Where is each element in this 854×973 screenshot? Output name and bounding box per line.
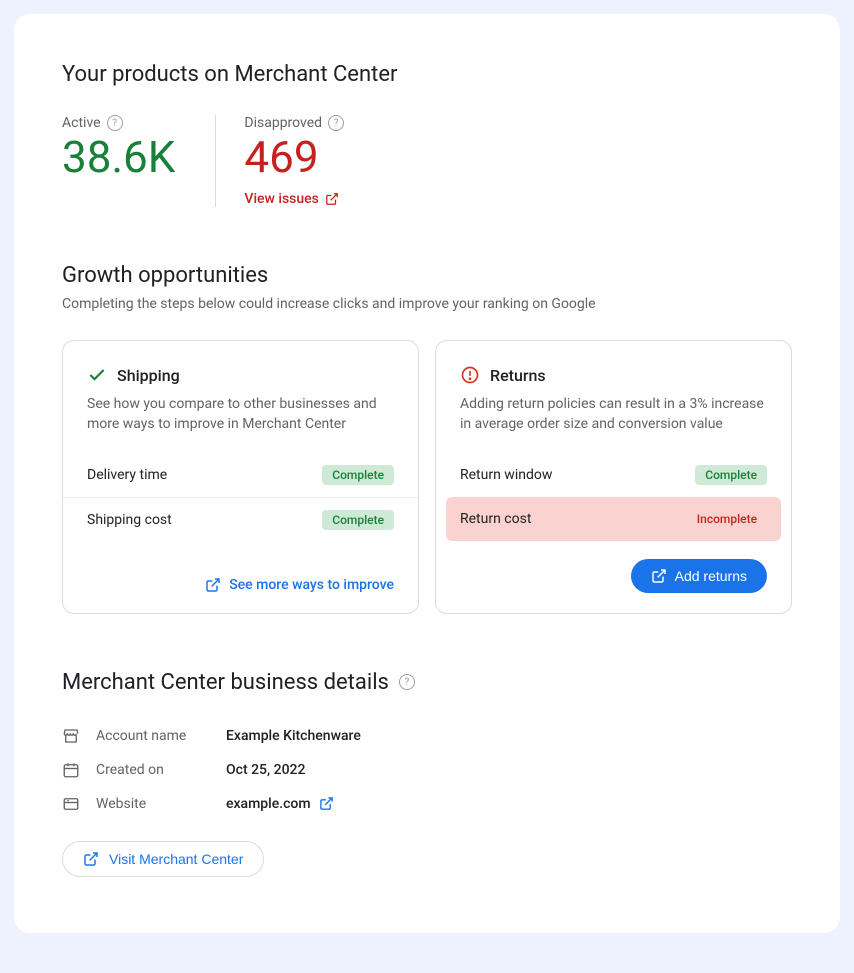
status-badge: Complete xyxy=(695,465,767,485)
delivery-time-row: Delivery time Complete xyxy=(63,453,418,498)
open-external-icon xyxy=(319,796,334,811)
status-badge: Incomplete xyxy=(687,509,767,529)
website-icon xyxy=(62,795,82,813)
website-row: Website example.com xyxy=(62,787,792,821)
returns-title: Returns xyxy=(490,366,546,385)
button-label: Visit Merchant Center xyxy=(109,851,243,867)
products-stats: Active ? 38.6K Disapproved ? 469 View is… xyxy=(62,115,792,207)
active-label: Active xyxy=(62,115,101,131)
detail-value: Example Kitchenware xyxy=(226,728,361,744)
growth-cards: Shipping See how you compare to other bu… xyxy=(62,340,792,613)
item-label: Delivery time xyxy=(87,467,167,483)
help-icon[interactable]: ? xyxy=(399,674,415,690)
website-link[interactable]: example.com xyxy=(226,796,334,812)
account-name-row: Account name Example Kitchenware xyxy=(62,719,792,753)
detail-label: Created on xyxy=(96,762,226,778)
storefront-icon xyxy=(62,727,82,745)
disapproved-label: Disapproved xyxy=(244,115,322,131)
return-window-row: Return window Complete xyxy=(436,453,791,497)
active-stat: Active ? 38.6K xyxy=(62,115,215,207)
open-external-icon xyxy=(205,577,221,593)
created-on-row: Created on Oct 25, 2022 xyxy=(62,753,792,787)
item-label: Return cost xyxy=(460,511,531,527)
add-returns-button[interactable]: Add returns xyxy=(631,559,767,593)
open-external-icon xyxy=(651,568,667,584)
button-label: See more ways to improve xyxy=(229,577,394,593)
business-title: Merchant Center business details xyxy=(62,670,389,695)
button-label: Add returns xyxy=(675,568,747,584)
view-issues-label: View issues xyxy=(244,191,318,207)
alert-icon xyxy=(460,365,480,385)
merchant-center-panel: Your products on Merchant Center Active … xyxy=(14,14,840,933)
return-cost-row: Return cost Incomplete xyxy=(446,497,781,541)
detail-label: Website xyxy=(96,796,226,812)
growth-subtitle: Completing the steps below could increas… xyxy=(62,296,792,312)
shipping-card: Shipping See how you compare to other bu… xyxy=(62,340,419,613)
detail-value: Oct 25, 2022 xyxy=(226,762,305,778)
item-label: Return window xyxy=(460,467,552,483)
products-title: Your products on Merchant Center xyxy=(62,62,792,87)
growth-title: Growth opportunities xyxy=(62,263,792,288)
disapproved-stat: Disapproved ? 469 View issues xyxy=(215,115,384,207)
shipping-cost-row: Shipping cost Complete xyxy=(63,498,418,542)
checkmark-icon xyxy=(87,365,107,385)
shipping-desc: See how you compare to other businesses … xyxy=(63,395,418,452)
returns-card: Returns Adding return policies can resul… xyxy=(435,340,792,613)
item-label: Shipping cost xyxy=(87,512,172,528)
view-issues-link[interactable]: View issues xyxy=(244,191,338,207)
help-icon[interactable]: ? xyxy=(328,115,344,131)
open-external-icon xyxy=(83,851,99,867)
shipping-title: Shipping xyxy=(117,366,180,385)
calendar-icon xyxy=(62,761,82,779)
detail-value-text: example.com xyxy=(226,796,311,812)
disapproved-value: 469 xyxy=(244,133,344,181)
see-more-ways-button[interactable]: See more ways to improve xyxy=(205,577,394,593)
detail-label: Account name xyxy=(96,728,226,744)
active-value: 38.6K xyxy=(62,133,175,181)
visit-merchant-center-button[interactable]: Visit Merchant Center xyxy=(62,841,264,877)
returns-desc: Adding return policies can result in a 3… xyxy=(436,395,791,452)
open-external-icon xyxy=(325,192,339,206)
status-badge: Complete xyxy=(322,510,394,530)
help-icon[interactable]: ? xyxy=(107,115,123,131)
status-badge: Complete xyxy=(322,465,394,485)
